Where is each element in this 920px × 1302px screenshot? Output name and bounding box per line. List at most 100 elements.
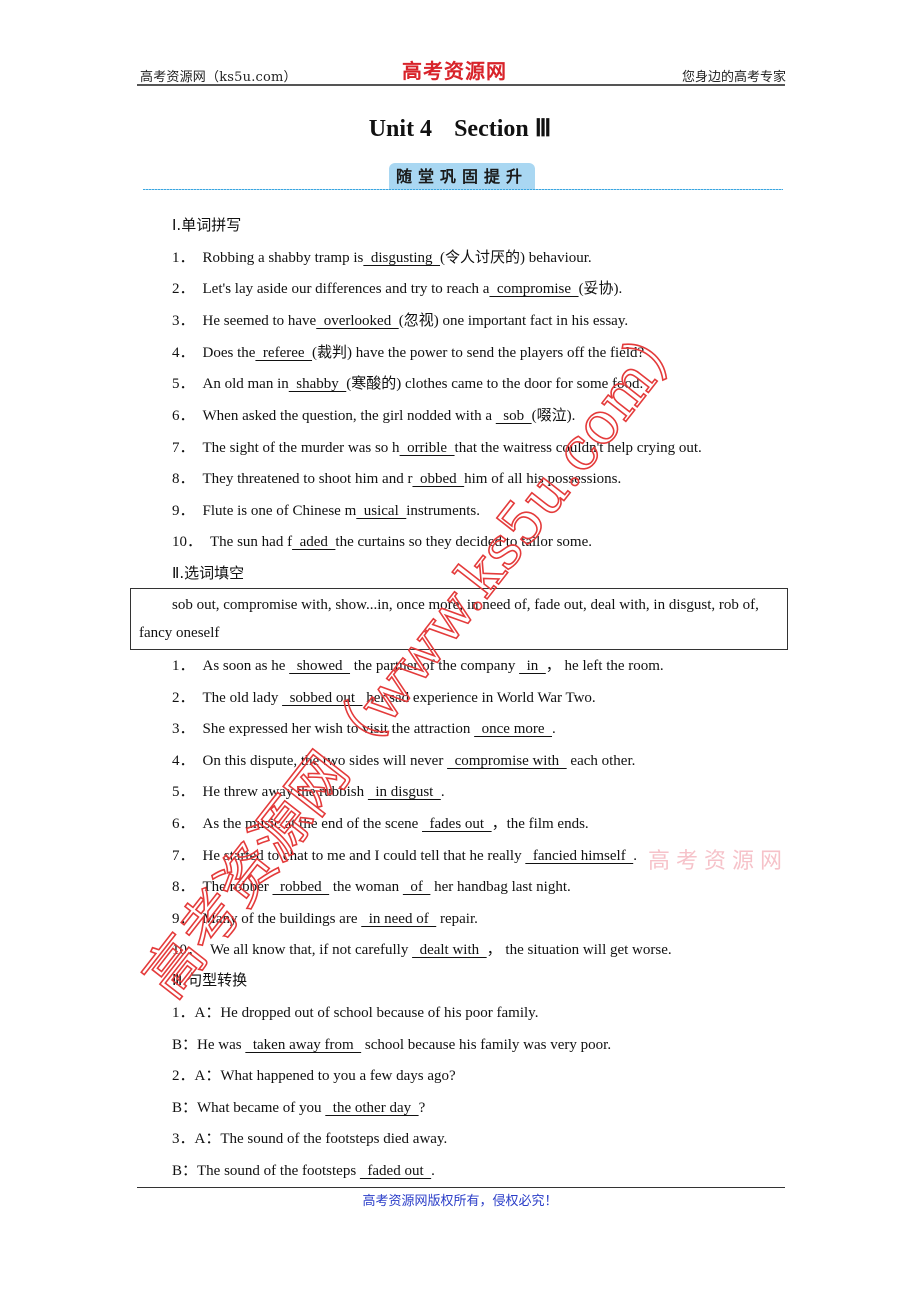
item-text: repair.: [436, 911, 478, 927]
item-number: 1．: [172, 658, 195, 674]
word-bank-text: sob out, compromise with, show...in, onc…: [139, 597, 759, 641]
item-text: He threw away the rubbish: [202, 784, 368, 800]
item-text-after: (妥协).: [578, 281, 623, 297]
answer-blank: usical: [356, 503, 407, 519]
part1-item: 8． They threatened to shoot him and r obb…: [172, 467, 621, 488]
item-text: the partner of the company: [350, 658, 520, 674]
item-number: 7．: [172, 848, 195, 864]
sentence-a: 2．A：What happened to you a few days ago?: [172, 1064, 456, 1085]
item-text-before: Flute is one of Chinese m: [202, 503, 357, 519]
answer-blank: shabby: [288, 376, 347, 392]
item-text-after: instruments.: [406, 503, 481, 519]
answer-blank: taken away from: [245, 1037, 362, 1053]
footer-copyright: 高考资源网版权所有，侵权必究！: [362, 1194, 558, 1209]
sentence-b-text-before: The sound of the footsteps: [197, 1163, 360, 1179]
item-text-after: (寒酸的) clothes came to the door for some …: [346, 376, 644, 392]
sentence-b-label: B：: [172, 1163, 198, 1179]
word-bank-box: sob out, compromise with, show...in, onc…: [130, 588, 788, 650]
item-text-before: He seemed to have: [202, 313, 317, 329]
item-text: We all know that, if not carefully: [210, 942, 413, 958]
item-number: 10．: [172, 534, 203, 550]
answer-blank: aded: [292, 534, 336, 550]
answer-blank: in: [519, 658, 546, 674]
item-number: 9．: [172, 503, 195, 519]
answer-blank: orrible: [399, 440, 455, 456]
part2-heading: Ⅱ.选词填空: [172, 564, 245, 582]
answer-blank: compromise with: [447, 753, 567, 769]
sentence-a-label: 1．A：: [172, 1005, 221, 1021]
item-text: .: [633, 848, 637, 864]
item-number: 3．: [172, 313, 195, 329]
part2-item: 6． As the music at the end of the scene f…: [172, 812, 589, 833]
sentence-a-text: The sound of the footsteps died away.: [220, 1131, 448, 1147]
banner-divider: [143, 189, 783, 190]
part2-item: 7． He started to chat to me and I could t…: [172, 844, 637, 865]
answer-blank: in need of: [361, 911, 437, 927]
item-number: 8．: [172, 471, 195, 487]
item-number: 4．: [172, 345, 195, 361]
item-text-before: An old man in: [202, 376, 289, 392]
item-text: The old lady: [202, 690, 283, 706]
answer-blank: in disgust: [367, 784, 441, 800]
part1-item: 10． The sun had f aded the curtains so th…: [172, 530, 592, 551]
item-text-before: Does the: [202, 345, 256, 361]
header-site-name: 高考资源网（ks5u.com）: [140, 70, 297, 85]
item-number: 6．: [172, 816, 195, 832]
item-text: ， he left the room.: [545, 658, 664, 674]
item-text: the woman: [329, 879, 403, 895]
sentence-a: 1．A：He dropped out of school because of …: [172, 1001, 538, 1022]
answer-blank: sob: [495, 408, 532, 424]
part1-heading: Ⅰ.单词拼写: [172, 216, 242, 234]
part2-item: 4． On this dispute, the two sides will ne…: [172, 749, 635, 770]
item-number: 5．: [172, 784, 195, 800]
title-section: Section Ⅲ: [454, 116, 552, 142]
item-number: 6．: [172, 408, 195, 424]
answer-blank: sobbed out: [282, 690, 363, 706]
item-text: her sad experience in World War Two.: [362, 690, 596, 706]
item-text: As the music at the end of the scene: [202, 816, 423, 832]
part2-item: 1． As soon as he showed the partner of th…: [172, 654, 664, 675]
watermark-small: 高考资源网: [648, 849, 789, 874]
item-text: As soon as he: [202, 658, 290, 674]
item-number: 2．: [172, 690, 195, 706]
item-number: 10．: [172, 942, 203, 958]
item-text-before: Let's lay aside our differences and try …: [202, 281, 490, 297]
answer-blank: overlooked: [316, 313, 399, 329]
footer-divider: [137, 1187, 785, 1188]
answer-blank: fades out: [422, 816, 492, 832]
item-number: 4．: [172, 753, 195, 769]
item-text: ， the situation will get worse.: [486, 942, 672, 958]
sentence-a-label: 3．A：: [172, 1131, 221, 1147]
answer-blank: referee: [255, 345, 313, 361]
sentence-b-label: B：: [172, 1100, 198, 1116]
item-number: 5．: [172, 376, 195, 392]
item-text-before: They threatened to shoot him and r: [202, 471, 413, 487]
part2-item: 3． She expressed her wish to visit the at…: [172, 717, 556, 738]
part3-heading: Ⅲ.句型转换: [172, 971, 248, 989]
item-text-after: him of all his possessions.: [464, 471, 622, 487]
sentence-a-text: He dropped out of school because of his …: [220, 1005, 539, 1021]
sentence-b-label: B：: [172, 1037, 198, 1053]
part1-item: 9． Flute is one of Chinese m usical instr…: [172, 499, 480, 520]
item-number: 2．: [172, 281, 195, 297]
sentence-b: B：He was taken away from school because …: [172, 1033, 611, 1054]
item-text: .: [440, 784, 445, 800]
answer-blank: once more: [474, 721, 553, 737]
sentence-a: 3．A：The sound of the footsteps died away…: [172, 1127, 447, 1148]
item-text: She expressed her wish to visit the attr…: [202, 721, 475, 737]
document-page: 高考资源网（ks5u.com） 高考资源网 您身边的高考专家 Unit 4 Sec…: [0, 0, 920, 1302]
item-text-after: (啜泣).: [531, 408, 576, 424]
part2-item: 9． Many of the buildings are in need of r…: [172, 907, 478, 928]
item-text-before: The sight of the murder was so h: [202, 440, 400, 456]
part2-item: 5． He threw away the rubbish in disgust .: [172, 780, 445, 801]
watermark-diagonal: 高考资源网（www.ks5u.com）: [129, 300, 705, 1011]
part2-item: 2． The old lady sobbed out her sad experi…: [172, 686, 596, 707]
item-text: On this dispute, the two sides will neve…: [202, 753, 448, 769]
sentence-b-text-after: ?: [418, 1100, 426, 1116]
part2-item: 10． We all know that, if not carefully de…: [172, 938, 672, 959]
sentence-b-text-after: school because his family was very poor.: [361, 1037, 612, 1053]
item-number: 9．: [172, 911, 195, 927]
sentence-b-text-before: What became of you: [197, 1100, 326, 1116]
item-text-after: the curtains so they decided to tailor s…: [335, 534, 593, 550]
answer-blank: fancied himself: [525, 848, 634, 864]
